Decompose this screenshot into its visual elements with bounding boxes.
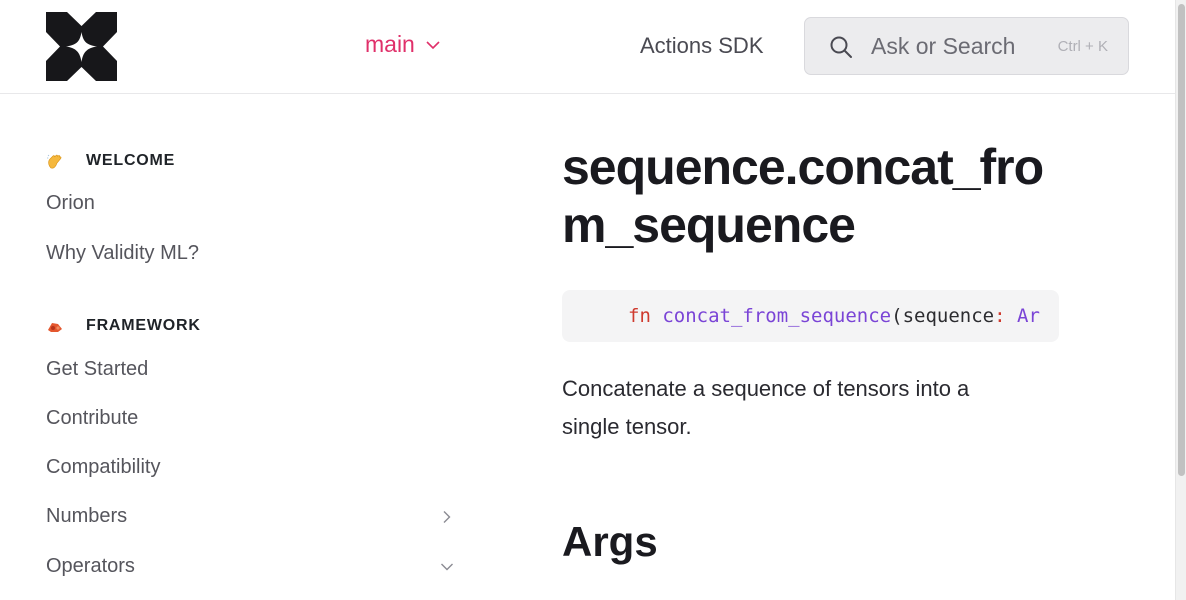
page-scrollbar[interactable] bbox=[1175, 0, 1186, 600]
search-icon bbox=[830, 36, 852, 58]
sidebar-item-label: Orion bbox=[46, 192, 95, 214]
section-welcome: WELCOME bbox=[46, 152, 175, 170]
code-keyword: fn bbox=[628, 305, 651, 327]
section-title: FRAMEWORK bbox=[86, 317, 201, 334]
sidebar-item-numbers[interactable]: Numbers bbox=[46, 505, 456, 528]
sidebar-item-label: Contribute bbox=[46, 407, 139, 429]
sidebar-item-label: Why Validity ML? bbox=[46, 242, 200, 264]
sidebar-item-orion[interactable]: Orion bbox=[46, 192, 456, 215]
sidebar-item-compatibility[interactable]: Compatibility bbox=[46, 456, 456, 479]
top-header: main Actions SDK Ask or Search Ctrl + K bbox=[0, 0, 1175, 94]
branch-selector[interactable]: main bbox=[365, 31, 441, 58]
framework-icon bbox=[48, 323, 62, 332]
section-framework: FRAMEWORK bbox=[46, 317, 201, 335]
code-function-name: concat_from_sequence bbox=[662, 305, 892, 327]
search-placeholder: Ask or Search bbox=[871, 33, 1016, 59]
sidebar-item-get-started[interactable]: Get Started bbox=[46, 358, 456, 381]
page-title: sequence.concat_from_sequence bbox=[562, 139, 1044, 253]
chevron-right-icon[interactable] bbox=[440, 510, 454, 524]
logo-icon[interactable] bbox=[46, 12, 117, 81]
sidebar-item-why-validity-ml[interactable]: Why Validity ML? bbox=[46, 242, 456, 265]
sidebar-item-label: Compatibility bbox=[46, 456, 161, 478]
nav-link-actions-sdk[interactable]: Actions SDK bbox=[640, 33, 764, 59]
description-text: Concatenate a sequence of tensors into a… bbox=[562, 376, 970, 439]
sidebar-item-contribute[interactable]: Contribute bbox=[46, 407, 456, 430]
code-open-paren: ( bbox=[891, 305, 903, 327]
code-param: sequence bbox=[902, 305, 995, 327]
search-shortcut: Ctrl + K bbox=[1057, 38, 1108, 55]
sidebar-item-label: Numbers bbox=[46, 505, 128, 527]
sidebar-item-label: Get Started bbox=[46, 358, 149, 380]
search-box[interactable]: Ask or Search Ctrl + K bbox=[804, 17, 1129, 75]
branch-label: main bbox=[365, 31, 415, 57]
scrollbar-thumb[interactable] bbox=[1178, 4, 1185, 476]
args-heading: Args bbox=[562, 518, 658, 565]
code-signature: fn concat_from_sequence(sequence: Ar bbox=[562, 290, 1059, 342]
code-colon: : bbox=[994, 305, 1006, 327]
section-title: WELCOME bbox=[86, 152, 176, 169]
sidebar-item-label: Operators bbox=[46, 555, 135, 577]
chevron-down-icon[interactable] bbox=[440, 560, 454, 574]
sidebar-item-operators[interactable]: Operators bbox=[46, 555, 456, 578]
code-type: Ar bbox=[1017, 305, 1040, 327]
waving-hand-icon bbox=[47, 154, 62, 169]
chevron-down-icon bbox=[426, 40, 440, 49]
